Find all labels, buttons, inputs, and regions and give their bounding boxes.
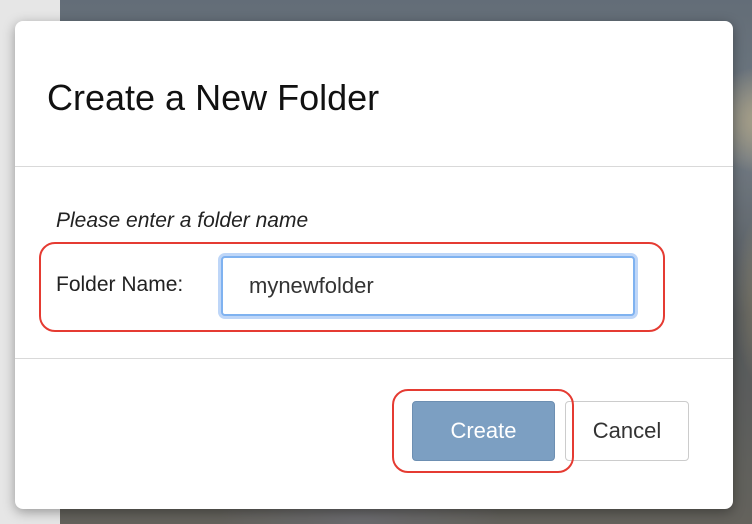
folder-name-label: Folder Name:	[56, 273, 184, 296]
cancel-button[interactable]: Cancel	[565, 401, 689, 461]
dialog-footer: Create Cancel	[15, 359, 733, 509]
dialog-header: Create a New Folder	[15, 21, 733, 167]
dialog-body: Please enter a folder name Folder Name:	[15, 167, 733, 359]
dialog-title: Create a New Folder	[47, 77, 380, 118]
folder-name-input[interactable]	[221, 256, 635, 316]
create-folder-dialog: Create a New Folder Please enter a folde…	[15, 21, 733, 509]
create-button[interactable]: Create	[412, 401, 555, 461]
screen: Create a New Folder Please enter a folde…	[0, 0, 752, 524]
folder-name-row: Folder Name:	[15, 167, 733, 358]
